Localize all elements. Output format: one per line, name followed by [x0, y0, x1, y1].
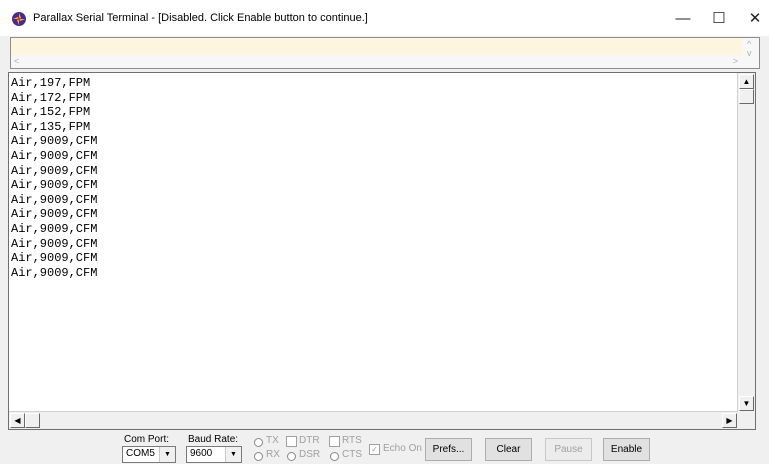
- dtr-label: DTR: [299, 435, 320, 446]
- output-line: Air,9009,CFM: [11, 265, 98, 280]
- rts-checkbox[interactable]: [329, 436, 340, 447]
- output-line: Air,9009,CFM: [11, 134, 98, 149]
- dsr-indicator-icon: [287, 452, 296, 461]
- clear-button[interactable]: Clear: [485, 438, 532, 461]
- scrollbar-corner: [738, 412, 755, 429]
- scroll-thumb[interactable]: [25, 413, 40, 428]
- com-port-label: Com Port:: [124, 434, 170, 445]
- rx-indicator-icon: [254, 452, 263, 461]
- receive-vertical-scrollbar[interactable]: ▲ ▼: [737, 73, 755, 412]
- rts-label: RTS: [342, 435, 362, 446]
- scroll-down-icon[interactable]: v: [747, 49, 752, 58]
- echo-checkbox[interactable]: ✓: [369, 444, 380, 455]
- output-line: Air,172,FPM: [11, 90, 91, 105]
- output-line: Air,9009,CFM: [11, 207, 98, 222]
- com-port-value: COM5: [126, 448, 155, 459]
- enable-button[interactable]: Enable: [603, 438, 650, 461]
- scroll-right-button[interactable]: ▶: [722, 413, 737, 428]
- echo-label: Echo On: [383, 443, 422, 454]
- close-button[interactable]: ✕: [735, 0, 769, 36]
- chevron-down-icon[interactable]: ▼: [159, 447, 175, 462]
- scroll-right-icon[interactable]: >: [733, 57, 738, 66]
- maximize-button[interactable]: ☐: [699, 0, 739, 36]
- scroll-up-button[interactable]: ▲: [739, 74, 754, 89]
- dsr-label: DSR: [299, 449, 321, 460]
- output-line: Air,135,FPM: [11, 119, 91, 134]
- pause-button[interactable]: Pause: [545, 438, 592, 461]
- receive-output: Air,197,FPM Air,172,FPM Air,152,FPM Air,…: [11, 76, 97, 280]
- tx-indicator-icon: [254, 438, 263, 447]
- minimize-button[interactable]: —: [663, 0, 703, 36]
- baud-rate-select[interactable]: 9600 ▼: [186, 446, 242, 463]
- scroll-left-icon[interactable]: <: [14, 57, 19, 66]
- transmit-pane[interactable]: ^ v < >: [10, 37, 760, 69]
- output-line: Air,9009,CFM: [11, 163, 98, 178]
- propeller-icon: [12, 12, 26, 26]
- output-line: Air,9009,CFM: [11, 178, 98, 193]
- output-line: Air,197,FPM: [11, 76, 91, 90]
- receive-horizontal-scrollbar[interactable]: ◀ ▶: [9, 411, 738, 429]
- output-line: Air,9009,CFM: [11, 221, 98, 236]
- window-title: Parallax Serial Terminal - [Disabled. Cl…: [33, 12, 368, 24]
- transmit-horizontal-scrollbar[interactable]: < >: [11, 55, 742, 68]
- transmit-vertical-scrollbar[interactable]: ^ v: [742, 38, 759, 68]
- output-line: Air,9009,CFM: [11, 236, 98, 251]
- baud-rate-label: Baud Rate:: [188, 434, 239, 445]
- title-bar: Parallax Serial Terminal - [Disabled. Cl…: [0, 0, 769, 36]
- chevron-down-icon[interactable]: ▼: [225, 447, 241, 462]
- baud-rate-value: 9600: [190, 448, 213, 459]
- output-line: Air,152,FPM: [11, 105, 91, 120]
- receive-pane[interactable]: Air,197,FPM Air,172,FPM Air,152,FPM Air,…: [8, 72, 756, 430]
- control-bar: Com Port: COM5 ▼ Baud Rate: 9600 ▼ TX RX…: [0, 432, 769, 464]
- scroll-thumb[interactable]: [739, 89, 754, 104]
- dtr-checkbox[interactable]: [286, 436, 297, 447]
- scroll-down-button[interactable]: ▼: [739, 396, 754, 411]
- cts-label: CTS: [342, 449, 362, 460]
- scroll-left-button[interactable]: ◀: [10, 413, 25, 428]
- prefs-button[interactable]: Prefs...: [425, 438, 472, 461]
- output-line: Air,9009,CFM: [11, 251, 98, 266]
- rx-label: RX: [266, 449, 280, 460]
- tx-label: TX: [266, 435, 279, 446]
- com-port-select[interactable]: COM5 ▼: [122, 446, 176, 463]
- output-line: Air,9009,CFM: [11, 148, 98, 163]
- cts-indicator-icon: [330, 452, 339, 461]
- output-line: Air,9009,CFM: [11, 192, 98, 207]
